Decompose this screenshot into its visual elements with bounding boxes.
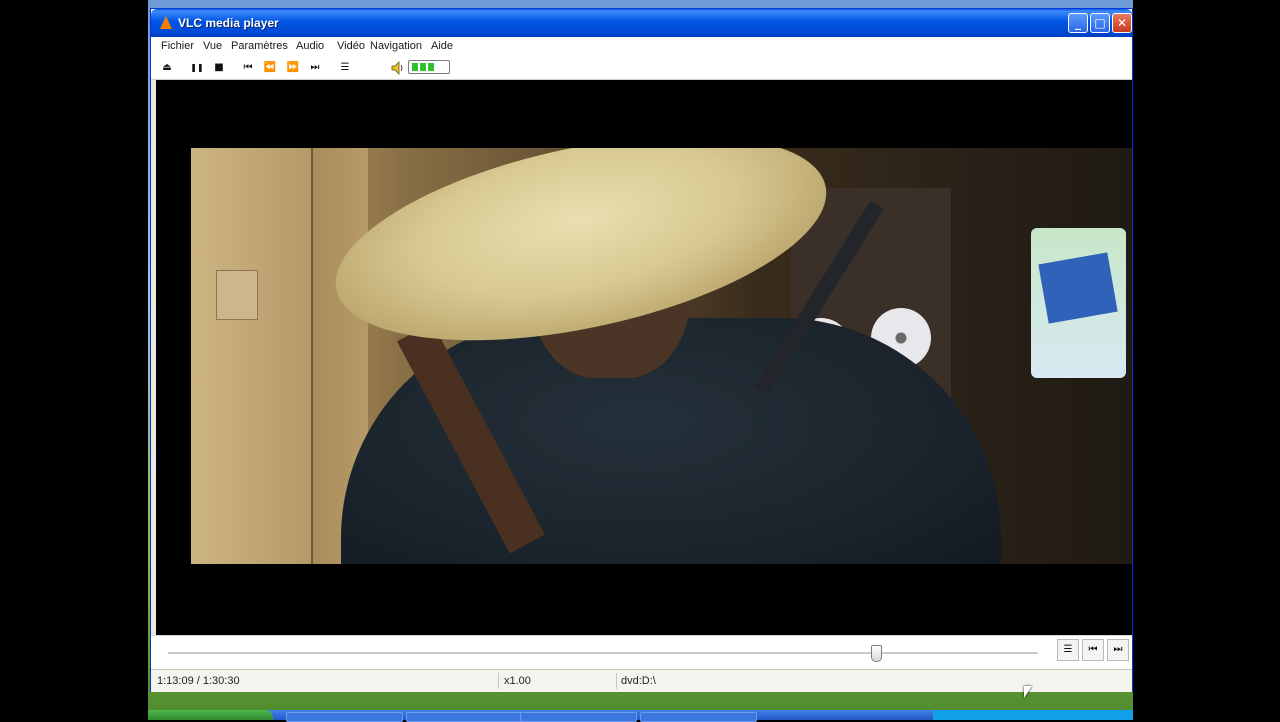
vlc-cone-icon [160, 16, 172, 29]
fast-forward-icon[interactable]: ⏩ [286, 62, 300, 74]
video-output[interactable] [156, 80, 1132, 635]
seek-handle[interactable] [871, 645, 882, 662]
next-button[interactable]: ⏭ [1107, 639, 1129, 661]
seek-row: ☰ ⏮ ⏭ [151, 635, 1132, 670]
menu-bar: Fichier Vue Paramètres Audio Vidéo Navig… [151, 37, 1132, 57]
volume-segment [428, 63, 434, 71]
speed-display: x1.00 [504, 675, 531, 687]
scene-wall [191, 148, 311, 564]
system-tray [933, 710, 1133, 720]
taskbar-button[interactable] [406, 712, 523, 722]
menu-aide[interactable]: Aide [431, 40, 453, 52]
skip-back-icon[interactable]: ⏮ [241, 62, 255, 74]
video-frame [191, 148, 1132, 564]
start-button[interactable] [148, 710, 273, 720]
taskbar-button[interactable] [286, 712, 403, 722]
taskbar [148, 710, 1133, 722]
menu-video[interactable]: Vidéo [337, 40, 365, 52]
minimize-button[interactable]: _ [1068, 13, 1088, 33]
maximize-button[interactable]: □ [1090, 13, 1110, 33]
pause-icon[interactable]: ❚❚ [190, 62, 204, 74]
volume-icon[interactable] [390, 60, 406, 76]
title-bar[interactable]: VLC media player _ □ ✕ [151, 9, 1132, 37]
scene-switch-plate [216, 270, 258, 320]
volume-slider[interactable] [408, 60, 450, 74]
menu-audio[interactable]: Audio [296, 40, 324, 52]
skip-forward-icon[interactable]: ⏭ [308, 62, 322, 74]
previous-button[interactable]: ⏮ [1082, 639, 1104, 661]
status-divider [616, 673, 617, 689]
volume-segment [412, 63, 418, 71]
taskbar-button[interactable] [520, 712, 637, 722]
volume-segment [420, 63, 426, 71]
rewind-icon[interactable]: ⏪ [263, 62, 277, 74]
menu-fichier[interactable]: Fichier [161, 40, 194, 52]
source-display: dvd:D:\ [621, 675, 656, 687]
close-button[interactable]: ✕ [1112, 13, 1132, 33]
scene-bucket-label [1038, 252, 1118, 324]
window-title: VLC media player [178, 16, 279, 30]
menu-navigation[interactable]: Navigation [370, 40, 422, 52]
time-display: 1:13:09 / 1:30:30 [157, 675, 240, 687]
toolbar: ⏏ ❚❚ ■ ⏮ ⏪ ⏩ ⏭ ☰ [151, 57, 1132, 80]
status-divider [498, 673, 499, 689]
taskbar-button[interactable] [640, 712, 757, 722]
eject-icon[interactable]: ⏏ [160, 62, 174, 74]
seek-bar[interactable] [168, 645, 1038, 662]
status-bar: 1:13:09 / 1:30:30 x1.00 dvd:D:\ [151, 669, 1132, 692]
stop-icon[interactable]: ■ [212, 62, 226, 74]
playlist-icon[interactable]: ☰ [338, 62, 352, 74]
menu-vue[interactable]: Vue [203, 40, 222, 52]
vlc-window: VLC media player _ □ ✕ Fichier Vue Param… [150, 8, 1133, 692]
playlist-button[interactable]: ☰ [1057, 639, 1079, 661]
mouse-cursor [1024, 686, 1032, 698]
menu-parametres[interactable]: Paramètres [231, 40, 288, 52]
